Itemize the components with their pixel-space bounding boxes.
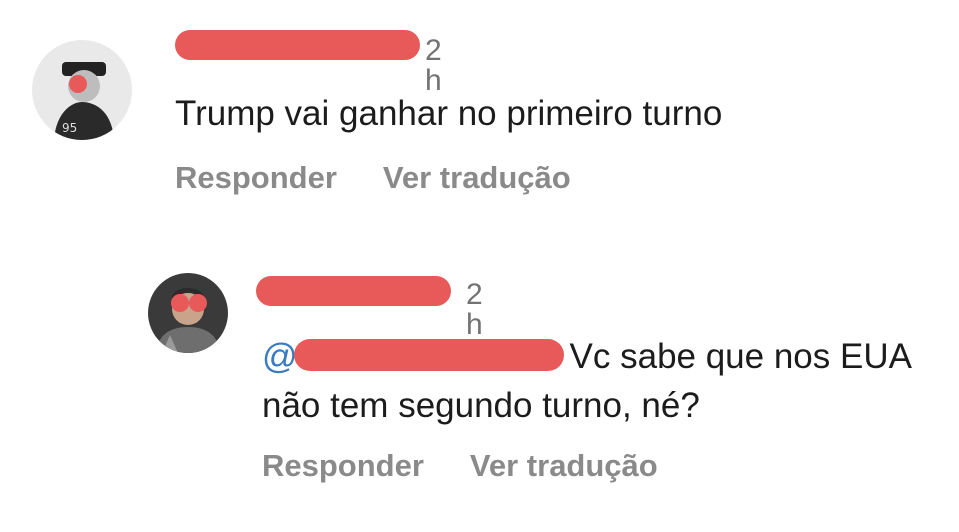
username-redacted[interactable] bbox=[175, 30, 420, 60]
avatar-photo-icon bbox=[148, 273, 228, 353]
comment-text-line2: não tem segundo turno, né? bbox=[262, 386, 700, 425]
comment-time: 2 h bbox=[425, 34, 442, 97]
mention-redacted bbox=[293, 338, 564, 371]
svg-text:95: 95 bbox=[62, 121, 77, 135]
translate-button[interactable]: Ver tradução bbox=[383, 160, 571, 195]
avatar[interactable] bbox=[148, 273, 228, 353]
mention-link[interactable]: @ bbox=[262, 337, 570, 376]
avatar[interactable]: 95 bbox=[32, 40, 132, 140]
reply-button[interactable]: Responder bbox=[175, 160, 337, 195]
comment-actions: Responder Ver tradução bbox=[262, 448, 658, 484]
reply-button[interactable]: Responder bbox=[262, 448, 424, 483]
username-redacted[interactable] bbox=[256, 276, 451, 306]
translate-button[interactable]: Ver tradução bbox=[470, 448, 658, 483]
comment-text-line1: Vc sabe que nos EUA bbox=[569, 337, 912, 376]
comment-actions: Responder Ver tradução bbox=[175, 160, 571, 196]
avatar-photo-icon: 95 bbox=[32, 40, 132, 140]
comment-text: @ Vc sabe que nos EUA bbox=[262, 331, 912, 383]
comment-text: Trump vai ganhar no primeiro turno bbox=[175, 94, 723, 133]
